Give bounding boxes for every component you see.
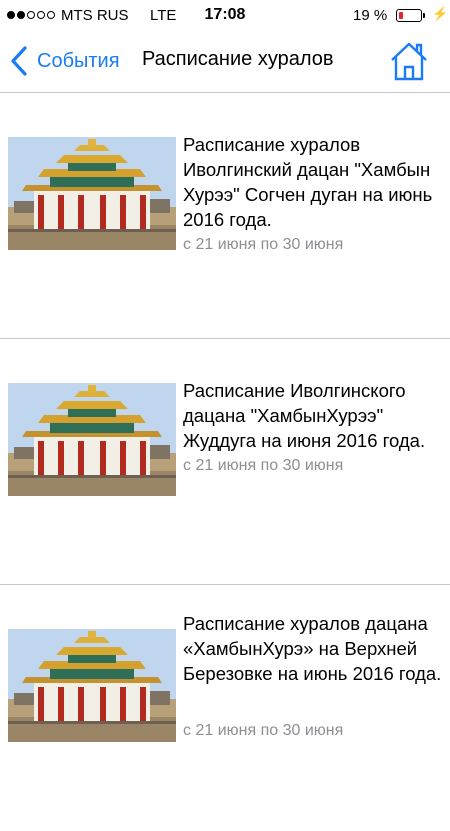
temple-thumbnail: [8, 137, 176, 250]
list-item-text: Расписание хуралов дацана «ХамбынХурэ» н…: [183, 611, 448, 740]
temple-thumbnail: [8, 383, 176, 496]
status-bar: MTS RUS LTE 17:08 19 % ⚡: [0, 0, 450, 32]
navigation-bar: События Расписание хуралов: [0, 32, 450, 93]
list-item-text: Расписание Иволгинского дацана "ХамбынХу…: [183, 378, 448, 475]
battery-tip: [423, 13, 425, 18]
list-item[interactable]: Расписание Иволгинского дацана "ХамбынХу…: [0, 339, 450, 585]
event-title: Расписание хуралов дацана «ХамбынХурэ» н…: [183, 613, 442, 684]
back-button[interactable]: События: [9, 45, 120, 77]
battery-icon: [396, 9, 422, 22]
event-date: с 21 июня по 30 июня: [183, 236, 344, 253]
chevron-left-icon: [11, 46, 27, 76]
event-date: с 21 июня по 30 июня: [183, 722, 344, 739]
list-item[interactable]: Расписание хуралов Иволгинский дацан "Ха…: [0, 93, 450, 339]
page-title: Расписание хуралов: [142, 48, 334, 70]
temple-thumbnail: [8, 629, 176, 742]
charging-icon: ⚡: [432, 6, 449, 21]
event-title: Расписание Иволгинского дацана "ХамбынХу…: [183, 380, 426, 451]
list-item-text: Расписание хуралов Иволгинский дацан "Ха…: [183, 132, 448, 254]
back-button-label: События: [37, 49, 120, 72]
event-title: Расписание хуралов Иволгинский дацан "Ха…: [183, 134, 433, 230]
home-icon[interactable]: [390, 41, 428, 81]
battery-percentage: 19 %: [353, 7, 388, 24]
event-date: с 21 июня по 30 июня: [183, 457, 344, 474]
list-item[interactable]: Расписание хуралов дацана «ХамбынХурэ» н…: [0, 585, 450, 831]
